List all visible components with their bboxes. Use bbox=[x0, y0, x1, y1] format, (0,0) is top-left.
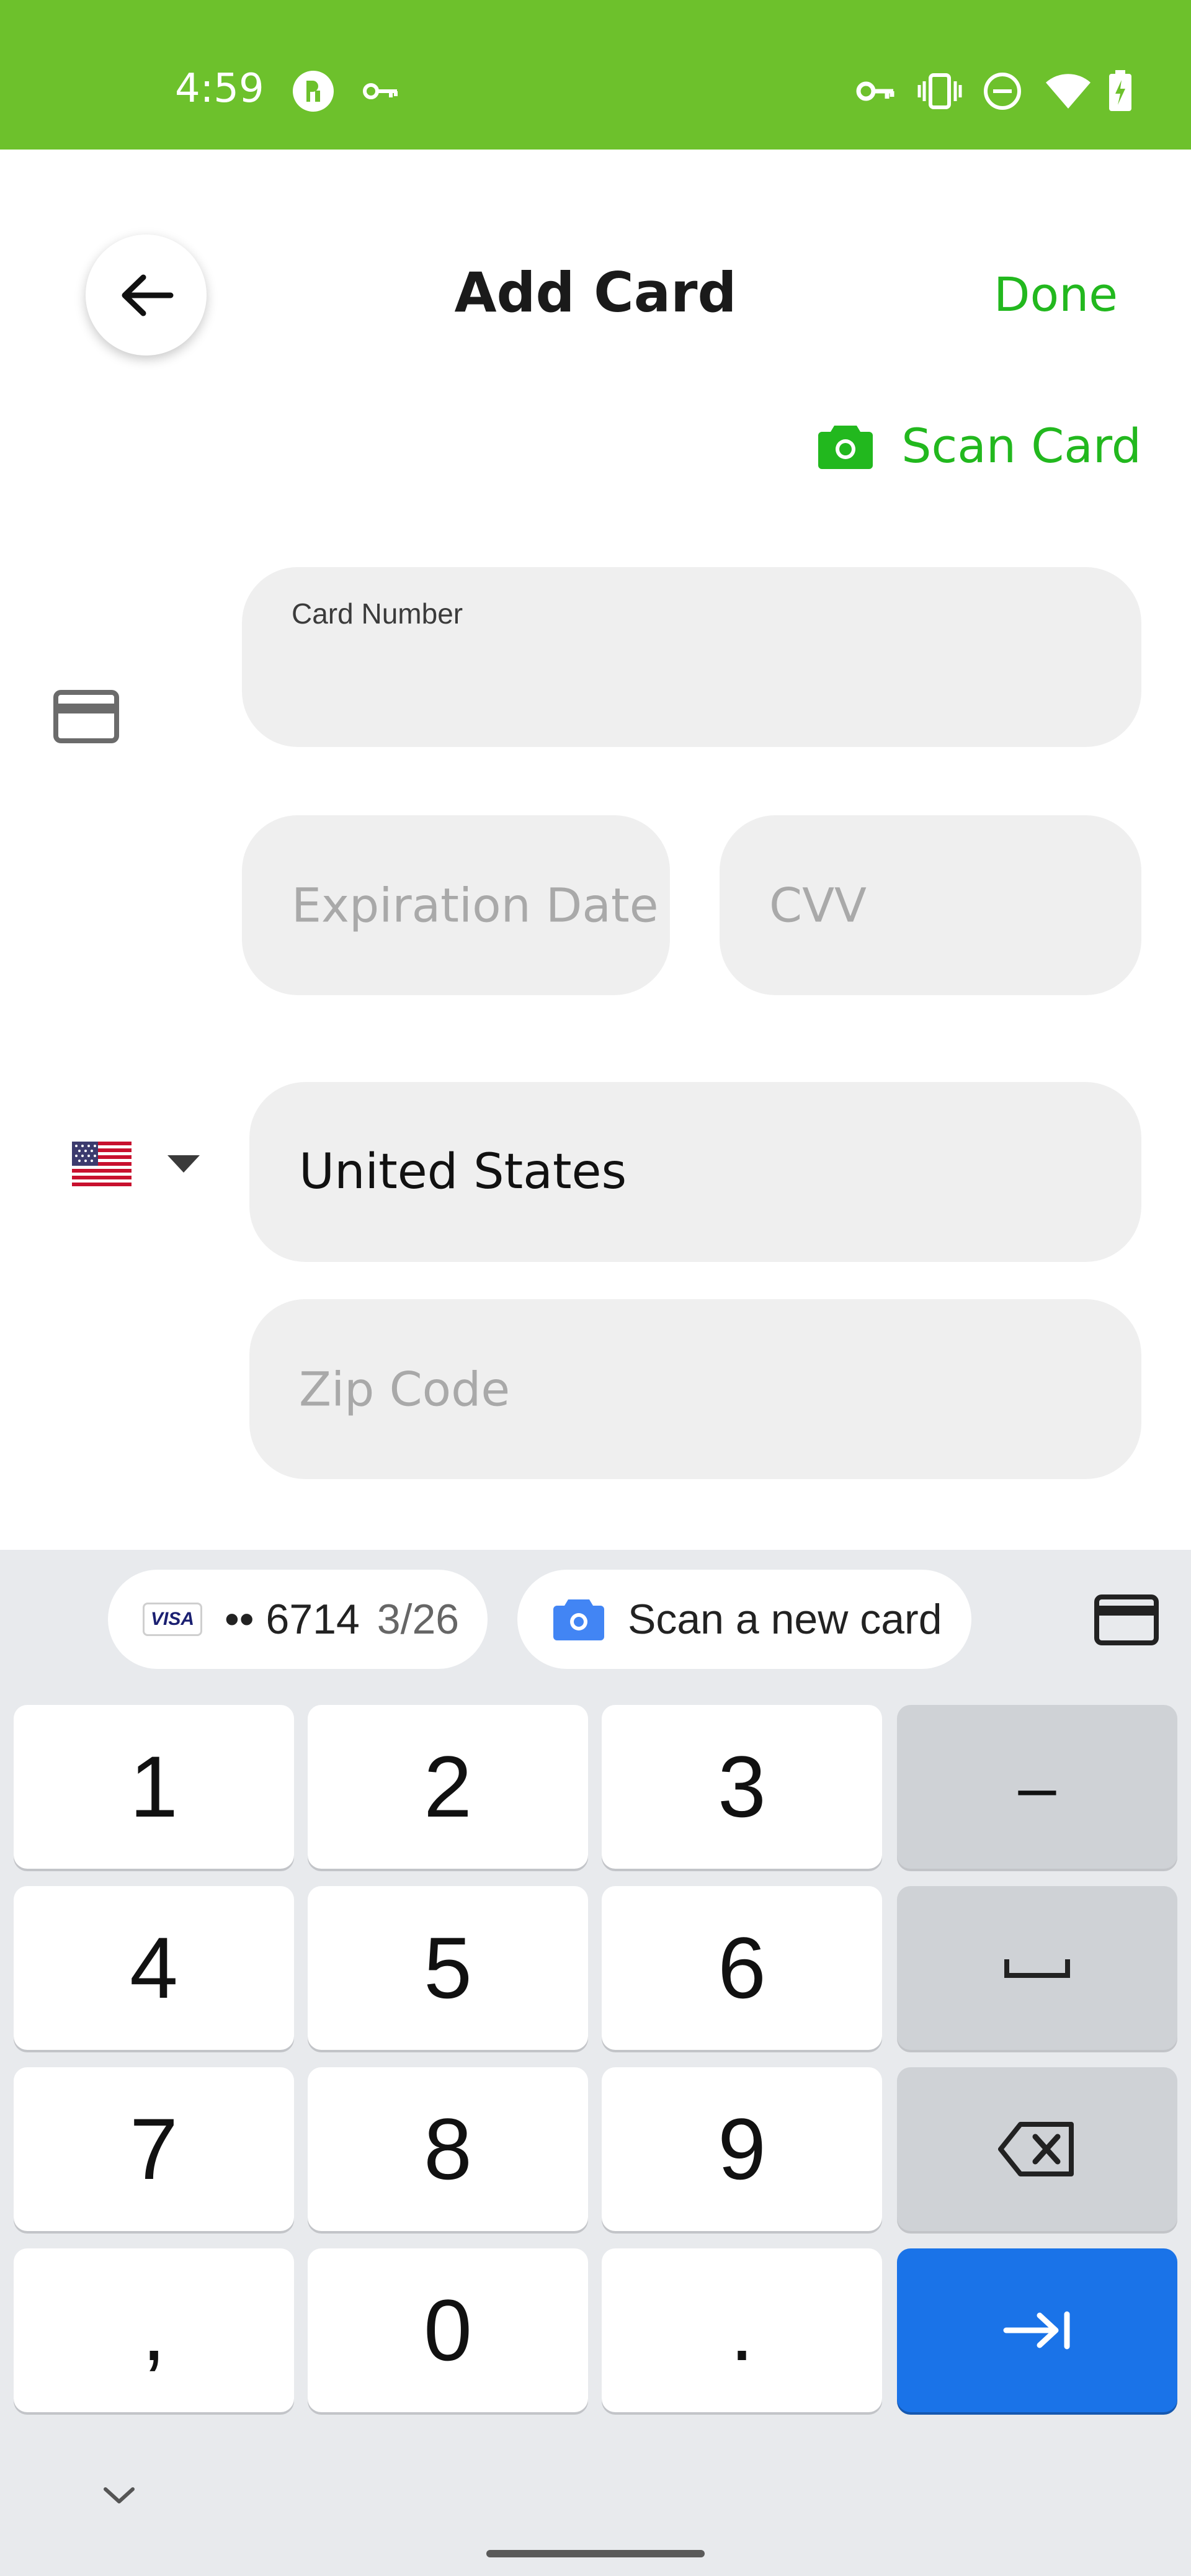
expiration-date-placeholder: Expiration Date bbox=[292, 877, 659, 933]
key-5[interactable]: 5 bbox=[308, 1886, 588, 2050]
backspace-key[interactable] bbox=[897, 2067, 1177, 2231]
scan-new-card-label: Scan a new card bbox=[628, 1596, 942, 1643]
expiration-date-field[interactable]: Expiration Date bbox=[242, 815, 670, 995]
saved-card-expiry: 3/26 bbox=[377, 1596, 460, 1643]
battery-icon bbox=[1108, 69, 1133, 113]
cvv-placeholder: CVV bbox=[769, 877, 867, 933]
scan-new-card-suggestion[interactable]: Scan a new card bbox=[517, 1570, 971, 1669]
do-not-disturb-icon bbox=[983, 69, 1022, 113]
numeric-keyboard bbox=[0, 1550, 1191, 2576]
payment-methods-icon[interactable] bbox=[1094, 1594, 1159, 1648]
zip-code-placeholder: Zip Code bbox=[299, 1361, 511, 1417]
key-9[interactable]: 9 bbox=[602, 2067, 882, 2231]
collapse-keyboard-button[interactable] bbox=[103, 2485, 135, 2508]
saved-card-suggestion[interactable]: VISA •• 6714 3/26 bbox=[108, 1570, 488, 1669]
country-dropdown-arrow-icon[interactable] bbox=[167, 1155, 200, 1173]
vibrate-icon bbox=[917, 69, 963, 113]
camera-icon bbox=[553, 1599, 604, 1640]
key-8[interactable]: 8 bbox=[308, 2067, 588, 2231]
navigation-handle[interactable] bbox=[486, 2550, 705, 2557]
done-button[interactable]: Done bbox=[994, 267, 1118, 322]
chevron-down-icon bbox=[104, 2487, 135, 2503]
vpn-key-icon bbox=[856, 69, 896, 113]
tab-next-icon bbox=[1003, 2311, 1070, 2350]
scan-card-label: Scan Card bbox=[901, 418, 1141, 473]
saved-card-number: •• 6714 bbox=[225, 1596, 360, 1643]
key-4[interactable]: 4 bbox=[14, 1886, 294, 2050]
us-flag-icon[interactable] bbox=[72, 1142, 132, 1186]
space-bar-icon bbox=[1004, 1959, 1070, 1978]
key-comma[interactable]: , bbox=[14, 2248, 294, 2412]
zip-code-field[interactable]: Zip Code bbox=[249, 1299, 1141, 1479]
backspace-icon bbox=[998, 2122, 1074, 2176]
country-field[interactable]: United States bbox=[249, 1082, 1141, 1262]
key-icon bbox=[362, 69, 399, 113]
key-period[interactable]: . bbox=[602, 2248, 882, 2412]
key-2[interactable]: 2 bbox=[308, 1705, 588, 1869]
key-minus[interactable]: – bbox=[897, 1705, 1177, 1869]
key-7[interactable]: 7 bbox=[14, 2067, 294, 2231]
space-key[interactable] bbox=[897, 1886, 1177, 2050]
scan-card-button[interactable]: Scan Card bbox=[817, 418, 1141, 473]
camera-icon bbox=[818, 425, 873, 469]
key-0[interactable]: 0 bbox=[308, 2248, 588, 2412]
key-1[interactable]: 1 bbox=[14, 1705, 294, 1869]
app-icon bbox=[292, 69, 335, 113]
next-key[interactable] bbox=[897, 2248, 1177, 2412]
status-time: 4:59 bbox=[175, 66, 264, 112]
wifi-icon bbox=[1045, 69, 1092, 113]
country-value: United States bbox=[299, 1144, 627, 1200]
cvv-field[interactable]: CVV bbox=[720, 815, 1141, 995]
visa-logo-icon: VISA bbox=[143, 1603, 202, 1636]
key-3[interactable]: 3 bbox=[602, 1705, 882, 1869]
credit-card-icon bbox=[53, 690, 119, 746]
status-bar: 4:59 bbox=[0, 0, 1191, 150]
card-number-label: Card Number bbox=[292, 597, 463, 630]
key-6[interactable]: 6 bbox=[602, 1886, 882, 2050]
card-number-field[interactable]: Card Number bbox=[242, 567, 1141, 747]
